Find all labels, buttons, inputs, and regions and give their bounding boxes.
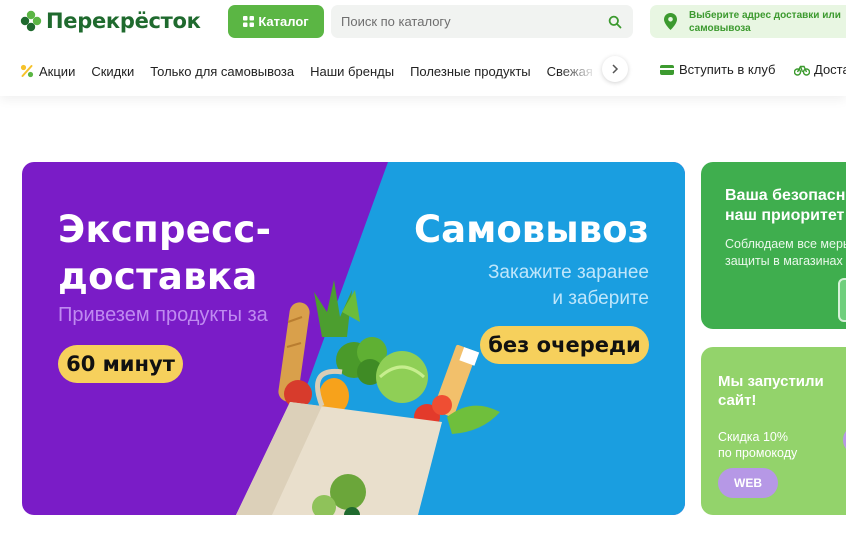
address-text: Выберите адрес доставки или самовывоза [689, 9, 841, 34]
card-icon [660, 64, 674, 75]
nav-scroll-right-button[interactable] [602, 56, 628, 82]
join-club-link[interactable]: Вступить в клуб [660, 62, 775, 77]
search-icon[interactable] [608, 15, 622, 29]
delivery-label: Доставка [814, 62, 846, 77]
promo-banner[interactable]: Экспресс- доставка Привезем продукты за … [22, 162, 685, 515]
percent-icon [20, 64, 34, 78]
delivery-address-button[interactable]: Выберите адрес доставки или самовывоза [650, 5, 846, 38]
delivery-link[interactable]: Доставка [794, 62, 846, 77]
text-line: Соблюдаем все меры [725, 237, 846, 251]
safety-promo-card[interactable]: Ваша безопасность — наш приоритет Соблюд… [701, 162, 846, 329]
grid-icon [243, 16, 255, 27]
chevron-right-icon [612, 64, 619, 74]
text-line: Скидка 10% [718, 430, 788, 444]
clover-logo-icon [20, 10, 42, 32]
catalog-button[interactable]: Каталог [228, 5, 324, 38]
safety-card-title: Ваша безопасность — наш приоритет [725, 186, 846, 226]
website-launch-card[interactable]: Мы запустили сайт! Скидка 10% по промоко… [701, 347, 846, 515]
search-box [331, 5, 633, 38]
nav-item-discounts[interactable]: Скидки [91, 64, 134, 79]
nav-label: Полезные продукты [410, 63, 531, 79]
website-card-text: Скидка 10% по промокоду [718, 429, 797, 461]
title-line: наш приоритет [725, 207, 845, 224]
nav-label: Только для самовывоза [150, 63, 295, 79]
title-line: сайт! [718, 392, 757, 409]
join-club-label: Вступить в клуб [679, 62, 776, 77]
text-line: по промокоду [718, 446, 798, 460]
grocery-bag-illustration [236, 280, 500, 515]
nav-bar: Акции Скидки Только для самовывоза Наши … [20, 59, 609, 83]
card-tab-decoration [838, 278, 846, 322]
logo-text: Перекрёсток [46, 9, 201, 33]
promo-code-web-button[interactable]: WEB [718, 468, 778, 498]
nav-label: Скидки [91, 63, 135, 79]
safety-card-text: Соблюдаем все меры защиты в магазинах [725, 236, 846, 270]
location-pin-icon [664, 13, 677, 30]
bicycle-icon [794, 65, 810, 76]
nav-item-our-brands[interactable]: Наши бренды [310, 64, 394, 79]
catalog-label: Каталог [258, 14, 309, 29]
nav-item-promotions[interactable]: Акции [20, 64, 75, 79]
text-line: защиты в магазинах [725, 254, 843, 268]
site-header: Перекрёсток Каталог Выберите адрес доста… [0, 0, 846, 96]
search-input[interactable] [331, 5, 608, 38]
nav-item-pickup-only[interactable]: Только для самовывоза [150, 64, 294, 79]
nav-label: Акции [39, 63, 76, 79]
website-card-title: Мы запустили сайт! [718, 372, 824, 410]
nav-item-healthy-products[interactable]: Полезные продукты [410, 64, 531, 79]
logo[interactable]: Перекрёсток [20, 7, 201, 35]
nav-label: Наши бренды [310, 63, 395, 79]
title-line: Мы запустили [718, 373, 824, 390]
title-line: Ваша безопасность — [725, 187, 846, 204]
